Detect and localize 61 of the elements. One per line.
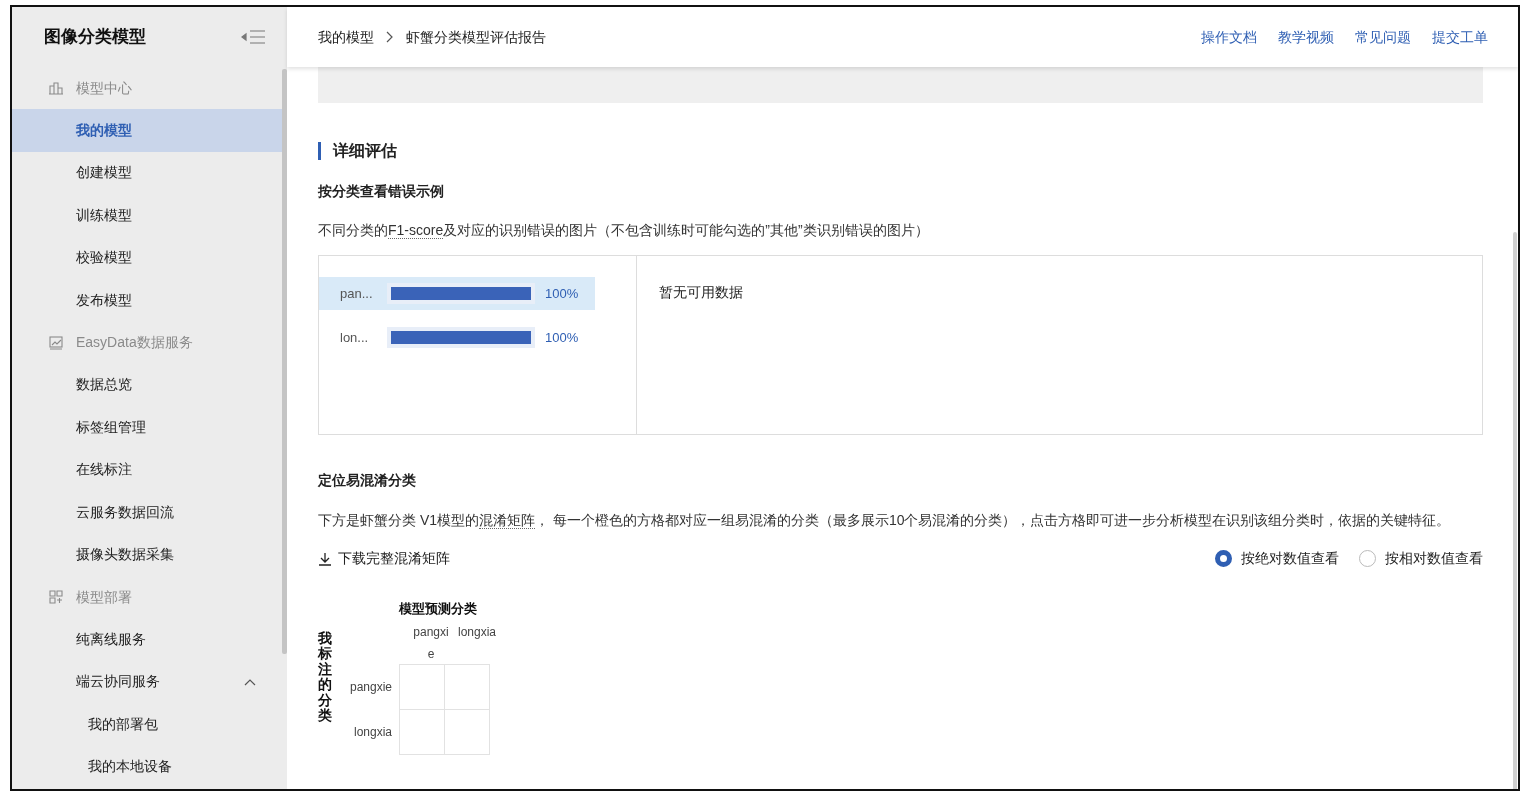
matrix-column-title: 模型预测分类 bbox=[399, 600, 478, 618]
sidebar-subitem[interactable]: 我的部署包 bbox=[12, 703, 282, 746]
download-link[interactable]: 下载完整混淆矩阵 bbox=[318, 548, 450, 569]
sidebar-item[interactable]: 训练模型 bbox=[12, 194, 282, 237]
matrix-column-label: pangxie bbox=[412, 623, 450, 663]
subsection-heading: 按分类查看错误示例 bbox=[318, 182, 445, 201]
sidebar-group-label: EasyData数据服务 bbox=[76, 333, 193, 352]
sidebar-item[interactable]: 纯离线服务 bbox=[12, 618, 282, 661]
chevron-right-icon bbox=[386, 31, 394, 43]
header-link[interactable]: 操作文档 bbox=[1201, 26, 1257, 48]
empty-state-text: 暂无可用数据 bbox=[659, 284, 743, 300]
matrix-column-label: longxia bbox=[457, 623, 497, 641]
view-radio[interactable]: 按绝对数值查看 bbox=[1215, 548, 1339, 569]
matrix-row-label: longxia bbox=[352, 724, 393, 741]
term-link[interactable]: 混淆矩阵 bbox=[479, 512, 535, 529]
sidebar-item[interactable]: 创建模型 bbox=[12, 151, 282, 194]
sidebar-item[interactable]: 标签组管理 bbox=[12, 406, 282, 449]
chart-icon bbox=[48, 334, 64, 351]
class-score-row[interactable]: lon... 100% bbox=[319, 321, 595, 354]
description-text: 下方是虾蟹分类 V1模型的混淆矩阵， 每一个橙色的方格都对应一组易混淆的分类（最多展示10个易混淆的分类），点击方格即可进一步分析模型在识别该组分类时，依据的关键特征。 bbox=[318, 511, 1452, 531]
sidebar-item[interactable]: 数据总览 bbox=[12, 363, 282, 406]
matrix-cell[interactable] bbox=[399, 708, 445, 755]
description-text: 不同分类的F1-score及对应的识别错误的图片（不包含训练时可能勾选的”其他”类识别错误的图片） bbox=[318, 221, 930, 241]
breadcrumb-item[interactable]: 我的模型 bbox=[318, 26, 374, 48]
sidebar-subitem[interactable]: 我的本地设备 bbox=[12, 745, 282, 788]
sidebar-item[interactable]: 端云协同服务 bbox=[12, 660, 282, 703]
chevron-up-icon[interactable] bbox=[244, 677, 256, 686]
download-icon bbox=[318, 551, 332, 566]
building-icon bbox=[48, 80, 64, 96]
section-marker bbox=[318, 142, 321, 160]
view-radio[interactable]: 按相对数值查看 bbox=[1359, 548, 1483, 569]
matrix-row-label: pangxie bbox=[348, 679, 393, 696]
breadcrumb-item: 虾蟹分类模型评估报告 bbox=[406, 27, 546, 47]
sidebar-group-label: 模型中心 bbox=[76, 78, 132, 98]
matrix-cell[interactable] bbox=[444, 708, 490, 755]
score-value: 100% bbox=[545, 328, 579, 347]
deploy-icon bbox=[48, 589, 64, 605]
section-title: 详细评估 bbox=[333, 141, 397, 161]
sidebar-item[interactable]: 我的模型 bbox=[12, 109, 282, 152]
subsection-heading: 定位易混淆分类 bbox=[318, 471, 417, 490]
class-score-row[interactable]: pan... 100% bbox=[319, 277, 595, 310]
matrix-row-title: 我标注的分类 bbox=[318, 631, 332, 725]
sidebar-item[interactable]: 云服务数据回流 bbox=[12, 491, 282, 534]
sidebar-title: 图像分类模型 bbox=[44, 26, 146, 49]
sidebar-item[interactable]: 发布模型 bbox=[12, 279, 282, 322]
score-value: 100% bbox=[545, 284, 579, 303]
scrollbar[interactable] bbox=[282, 69, 287, 654]
class-label: lon... bbox=[340, 328, 370, 347]
matrix-cell[interactable] bbox=[399, 663, 445, 710]
sidebar-item[interactable]: 摄像头数据采集 bbox=[12, 533, 282, 576]
class-label: pan... bbox=[340, 284, 374, 303]
collapse-menu-icon[interactable] bbox=[241, 29, 267, 45]
term-link[interactable]: F1-score bbox=[388, 222, 444, 239]
header-link[interactable]: 教学视频 bbox=[1278, 26, 1334, 48]
scrollbar[interactable] bbox=[1513, 232, 1517, 789]
matrix-cell[interactable] bbox=[444, 663, 490, 710]
header-link[interactable]: 常见问题 bbox=[1355, 26, 1411, 48]
sidebar-item[interactable]: 校验模型 bbox=[12, 236, 282, 279]
header-link[interactable]: 提交工单 bbox=[1432, 26, 1488, 48]
sidebar-group-label: 模型部署 bbox=[76, 587, 132, 607]
sidebar-item[interactable]: 在线标注 bbox=[12, 448, 282, 491]
